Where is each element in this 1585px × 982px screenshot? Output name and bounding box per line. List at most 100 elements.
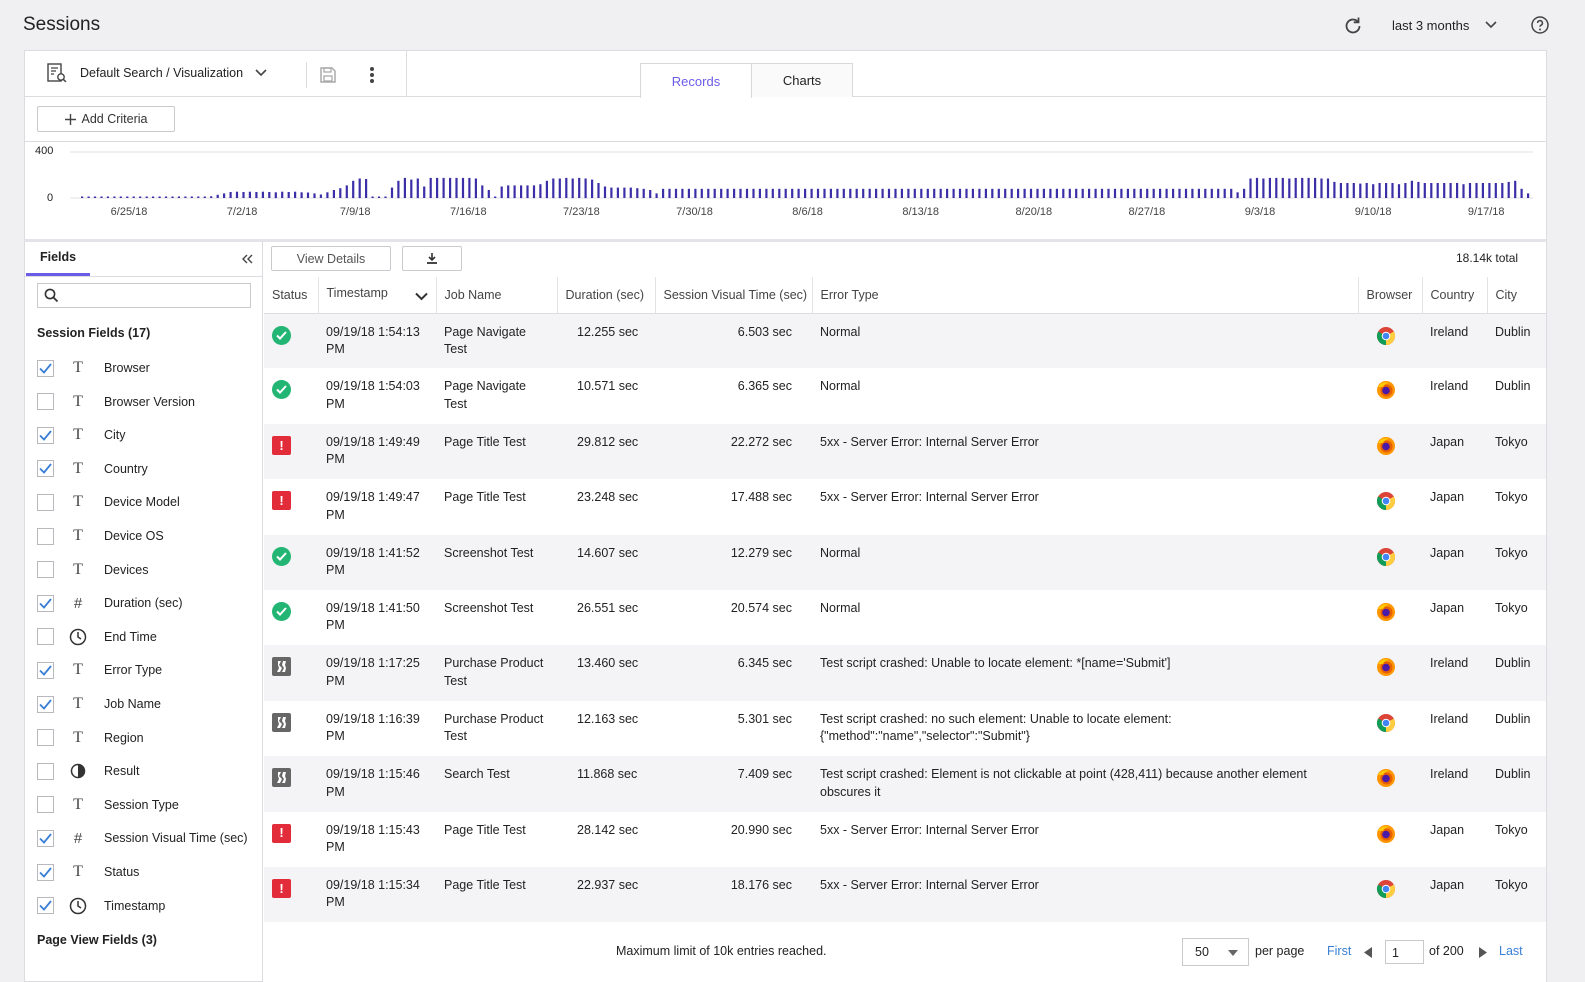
histogram-bar[interactable] bbox=[319, 194, 322, 198]
histogram-bar[interactable] bbox=[235, 191, 239, 198]
histogram-bar[interactable] bbox=[1449, 183, 1452, 198]
histogram-bar[interactable] bbox=[1094, 188, 1097, 198]
tab-charts[interactable]: Charts bbox=[751, 63, 853, 97]
histogram-bar[interactable] bbox=[552, 178, 555, 199]
field-checkbox[interactable] bbox=[37, 695, 54, 713]
column-header-job-name[interactable]: Job Name bbox=[436, 277, 558, 314]
histogram-bar[interactable] bbox=[558, 178, 561, 199]
histogram-bar[interactable] bbox=[939, 188, 942, 198]
histogram-bar[interactable] bbox=[1378, 183, 1381, 198]
histogram-bar[interactable] bbox=[849, 188, 852, 198]
histogram-bar[interactable] bbox=[229, 192, 232, 198]
histogram-bar[interactable] bbox=[1042, 188, 1045, 198]
histogram-bar[interactable] bbox=[442, 177, 445, 198]
histogram-bar[interactable] bbox=[1036, 188, 1039, 198]
table-row[interactable]: ! 09/19/18 1:15:34 PM Page Title Test 22.93… bbox=[264, 866, 1546, 923]
field-checkbox[interactable] bbox=[37, 829, 54, 847]
histogram-bar[interactable] bbox=[436, 177, 439, 198]
histogram-bar[interactable] bbox=[1501, 183, 1504, 198]
table-row[interactable]: 09/19/18 1:41:50 PM Screenshot Test 26.551… bbox=[264, 589, 1546, 646]
table-row[interactable]: ! 09/19/18 1:15:43 PM Page Title Test 28.14… bbox=[264, 811, 1546, 867]
histogram-bar[interactable] bbox=[113, 196, 116, 199]
histogram-bar[interactable] bbox=[223, 193, 226, 198]
histogram-bar[interactable] bbox=[1314, 177, 1317, 198]
histogram-bar[interactable] bbox=[481, 185, 484, 199]
histogram-bar[interactable] bbox=[313, 193, 316, 198]
histogram-bar[interactable] bbox=[1088, 188, 1091, 198]
histogram-bar[interactable] bbox=[126, 196, 129, 199]
histogram-bar[interactable] bbox=[707, 188, 710, 198]
histogram-bar[interactable] bbox=[946, 188, 949, 198]
save-icon[interactable] bbox=[316, 63, 340, 87]
field-item[interactable]: T Job Name bbox=[37, 694, 161, 714]
view-details-button[interactable]: View Details bbox=[271, 246, 391, 271]
histogram-bar[interactable] bbox=[958, 188, 962, 198]
table-row[interactable]: 09/19/18 1:15:46 PM Search Test 11.868 sec… bbox=[264, 756, 1546, 812]
tab-records[interactable]: Records bbox=[640, 63, 752, 98]
histogram-bar[interactable] bbox=[565, 177, 568, 198]
histogram-bar[interactable] bbox=[507, 185, 510, 199]
histogram-bar[interactable] bbox=[410, 179, 413, 198]
histogram-bar[interactable] bbox=[1113, 188, 1117, 198]
histogram-bar[interactable] bbox=[1075, 188, 1078, 198]
histogram-bar[interactable] bbox=[1055, 188, 1058, 198]
histogram-bar[interactable] bbox=[164, 196, 168, 199]
histogram-bar[interactable] bbox=[216, 194, 219, 198]
field-checkbox[interactable] bbox=[37, 493, 54, 511]
field-checkbox[interactable] bbox=[37, 628, 54, 646]
histogram-bar[interactable] bbox=[184, 196, 187, 199]
histogram-bar[interactable] bbox=[1481, 183, 1484, 198]
histogram-bar[interactable] bbox=[177, 196, 180, 199]
field-checkbox[interactable] bbox=[37, 426, 54, 444]
histogram-bar[interactable] bbox=[791, 188, 794, 198]
histogram-bar[interactable] bbox=[1301, 177, 1304, 198]
histogram-bar[interactable] bbox=[306, 192, 310, 199]
field-item[interactable]: T Session Type bbox=[37, 795, 179, 815]
field-search[interactable] bbox=[37, 283, 251, 308]
column-header-visual-time[interactable]: Session Visual Time (sec) bbox=[655, 277, 813, 314]
histogram-bar[interactable] bbox=[687, 188, 690, 198]
histogram-bar[interactable] bbox=[978, 188, 981, 198]
histogram-bar[interactable] bbox=[255, 192, 258, 198]
histogram-bar[interactable] bbox=[1281, 177, 1284, 198]
histogram-bar[interactable] bbox=[823, 188, 826, 198]
field-search-input[interactable] bbox=[65, 288, 245, 303]
histogram-bar[interactable] bbox=[203, 196, 206, 199]
histogram-bar[interactable] bbox=[1017, 188, 1020, 198]
field-item[interactable]: End Time bbox=[37, 627, 157, 647]
histogram-bar[interactable] bbox=[1410, 180, 1413, 199]
histogram-bar[interactable] bbox=[403, 177, 406, 198]
histogram-bar[interactable] bbox=[93, 196, 97, 199]
histogram-bar[interactable] bbox=[829, 188, 832, 198]
field-checkbox[interactable] bbox=[37, 393, 54, 411]
field-item[interactable]: T Device OS bbox=[37, 526, 164, 546]
histogram-bar[interactable] bbox=[1475, 183, 1478, 198]
histogram-bar[interactable] bbox=[545, 180, 548, 199]
histogram-bar[interactable] bbox=[81, 196, 84, 199]
histogram-bar[interactable] bbox=[429, 177, 432, 198]
histogram-bar[interactable] bbox=[461, 177, 465, 198]
histogram-bar[interactable] bbox=[268, 192, 271, 198]
histogram-bar[interactable] bbox=[758, 188, 761, 198]
histogram-bar[interactable] bbox=[1527, 193, 1530, 198]
field-item[interactable]: T Browser Version bbox=[37, 392, 195, 412]
histogram-bar[interactable] bbox=[1294, 177, 1297, 198]
histogram-bar[interactable] bbox=[1372, 184, 1375, 198]
histogram-bar[interactable] bbox=[287, 192, 290, 198]
column-header-browser[interactable]: Browser bbox=[1358, 277, 1423, 314]
histogram-bar[interactable] bbox=[868, 188, 871, 198]
histogram-bar[interactable] bbox=[371, 196, 374, 199]
field-item[interactable]: T Devices bbox=[37, 560, 148, 580]
histogram-bar[interactable] bbox=[1165, 188, 1168, 198]
field-checkbox[interactable] bbox=[37, 460, 54, 478]
histogram-bar[interactable] bbox=[358, 178, 361, 199]
histogram-bar[interactable] bbox=[1346, 183, 1349, 198]
histogram-bar[interactable] bbox=[1307, 177, 1310, 198]
histogram-bar[interactable] bbox=[1249, 178, 1252, 199]
column-header-country[interactable]: Country bbox=[1422, 277, 1488, 314]
histogram-bar[interactable] bbox=[984, 188, 987, 198]
histogram-bar[interactable] bbox=[1268, 177, 1271, 198]
histogram-bar[interactable] bbox=[900, 188, 903, 198]
histogram-bar[interactable] bbox=[384, 196, 387, 199]
histogram-bar[interactable] bbox=[623, 187, 626, 198]
